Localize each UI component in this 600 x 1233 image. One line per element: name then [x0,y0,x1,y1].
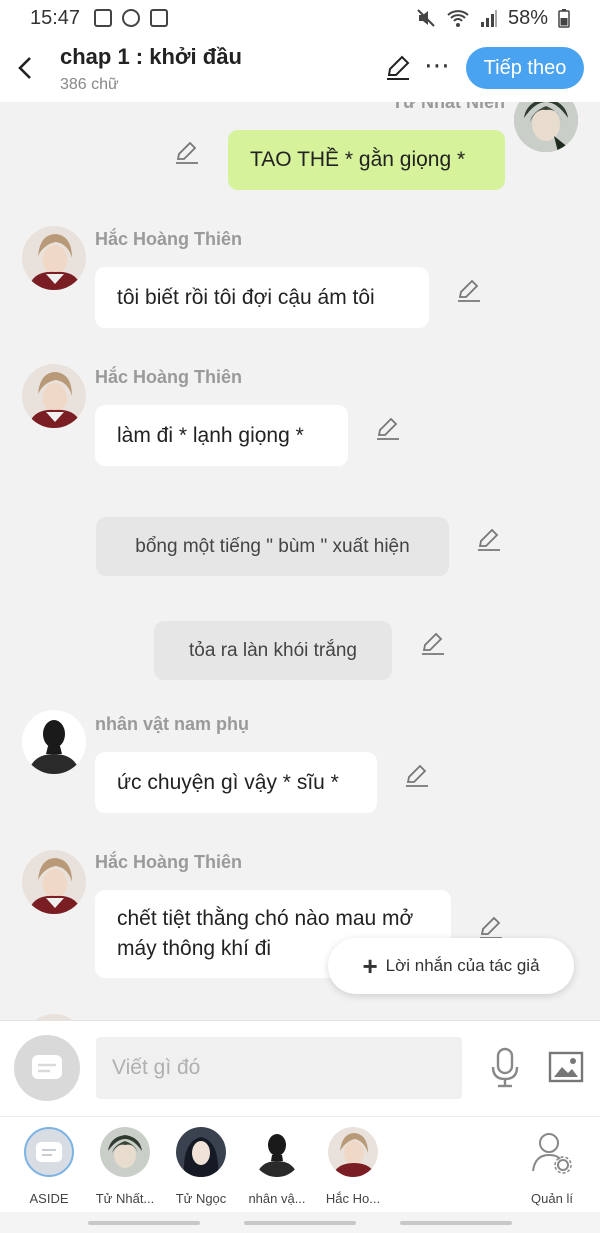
character-label: ASIDE [29,1191,69,1206]
speaker-name: Hắc Hoàng Thiên [95,367,243,387]
author-note-button[interactable]: + Lời nhắn của tác giả [328,938,574,994]
manage-user-icon [527,1127,577,1177]
character-tu-nhat-nien[interactable]: Tử Nhất... [87,1127,163,1206]
status-time: 15:47 [30,6,81,29]
speaker-name: Tử Nhất Niên [392,102,506,112]
manage-characters-button[interactable]: Quản lí [514,1127,590,1206]
message-bubble[interactable]: ức chuyện gì vậy * sĩu * [95,752,377,813]
chat-area[interactable]: Tử Nhất Niên TAO THỀ * gằn giọng * Hắc H… [0,102,600,1020]
character-nhan-vat-nam-phu[interactable]: nhân vậ... [239,1127,315,1206]
character-aside[interactable]: ASIDE [11,1127,87,1206]
narration-bubble[interactable]: tỏa ra làn khói trắng [154,621,392,680]
speaker-name: nhân vật nam phụ [95,714,250,734]
circle-notification-icon [122,9,141,27]
next-button[interactable]: Tiếp theo [466,47,584,89]
edit-message-icon[interactable] [478,914,504,940]
aside-avatar [24,1127,74,1177]
nav-home[interactable] [244,1221,356,1225]
narration-bubble[interactable]: bổng một tiếng " bùm " xuất hiện [96,517,449,576]
avatar [100,1127,150,1177]
mute-icon [417,9,435,27]
aside-toggle-button[interactable] [14,1035,80,1101]
message-bubble[interactable]: tôi biết rồi tôi đợi cậu ám tôi [95,267,429,328]
message-bubble[interactable]: TAO THỀ * gằn giọng * [228,130,505,190]
signal-icon [480,10,497,27]
chapter-header: chap 1 : khởi đầu 386 chữ ⋯ Tiếp theo [0,36,600,102]
author-note-label: Lời nhắn của tác giả [385,956,540,975]
avatar-hac-hoang-thien[interactable] [22,226,86,290]
edit-message-icon[interactable] [420,630,446,656]
edit-title-icon[interactable] [384,54,412,82]
edit-message-icon[interactable] [476,526,502,552]
avatar-silhouette[interactable] [22,710,86,774]
edit-message-icon[interactable] [404,762,430,788]
nav-recents[interactable] [88,1221,200,1225]
character-label: nhân vậ... [248,1191,306,1206]
edit-message-icon[interactable] [456,277,482,303]
more-options-icon[interactable]: ⋯ [424,50,451,81]
edit-message-icon[interactable] [174,139,200,165]
chapter-title: chap 1 : khởi đầu [60,44,242,69]
avatar-tu-nhat-nien[interactable] [514,102,578,152]
character-label: Hắc Ho... [325,1191,381,1206]
message-bubble[interactable]: làm đi * lạnh giọng * [95,405,348,466]
battery-icon [558,9,570,28]
avatar [176,1127,226,1177]
avatar [328,1127,378,1177]
composer-bar [0,1020,600,1116]
speaker-name: Hắc Hoàng Thiên [95,852,243,872]
system-nav-bar [0,1212,600,1233]
character-label: Quản lí [531,1191,573,1206]
avatar-hac-hoang-thien[interactable] [22,850,86,914]
image-icon[interactable] [548,1051,584,1083]
status-bar: 15:47 58% [0,0,600,36]
speaker-name: Hắc Hoàng Thiên [95,229,243,249]
character-label: Tử Ngọc [175,1191,227,1206]
avatar [252,1127,302,1177]
character-label: Tử Nhất... [95,1191,155,1206]
aside-icon [36,1142,62,1162]
message-input[interactable] [96,1037,462,1099]
avatar-hac-hoang-thien[interactable] [22,364,86,428]
plus-icon: + [362,950,378,981]
wifi-icon [447,10,469,27]
microphone-icon[interactable] [490,1047,520,1089]
app-notification-icon [150,9,169,27]
battery-percent: 58% [507,6,548,29]
nav-back[interactable] [400,1221,512,1225]
gallery-notification-icon [94,9,113,27]
back-arrow-icon[interactable] [14,54,38,82]
character-tu-ngoc[interactable]: Tử Ngọc [163,1127,239,1206]
word-count: 386 chữ [60,76,119,93]
edit-message-icon[interactable] [375,415,401,441]
character-bar: ASIDE Tử Nhất... Tử Ngọc nhân vậ... Hắc … [0,1116,600,1212]
character-hac-hoang-thien[interactable]: Hắc Ho... [315,1127,391,1206]
aside-icon [32,1055,62,1079]
